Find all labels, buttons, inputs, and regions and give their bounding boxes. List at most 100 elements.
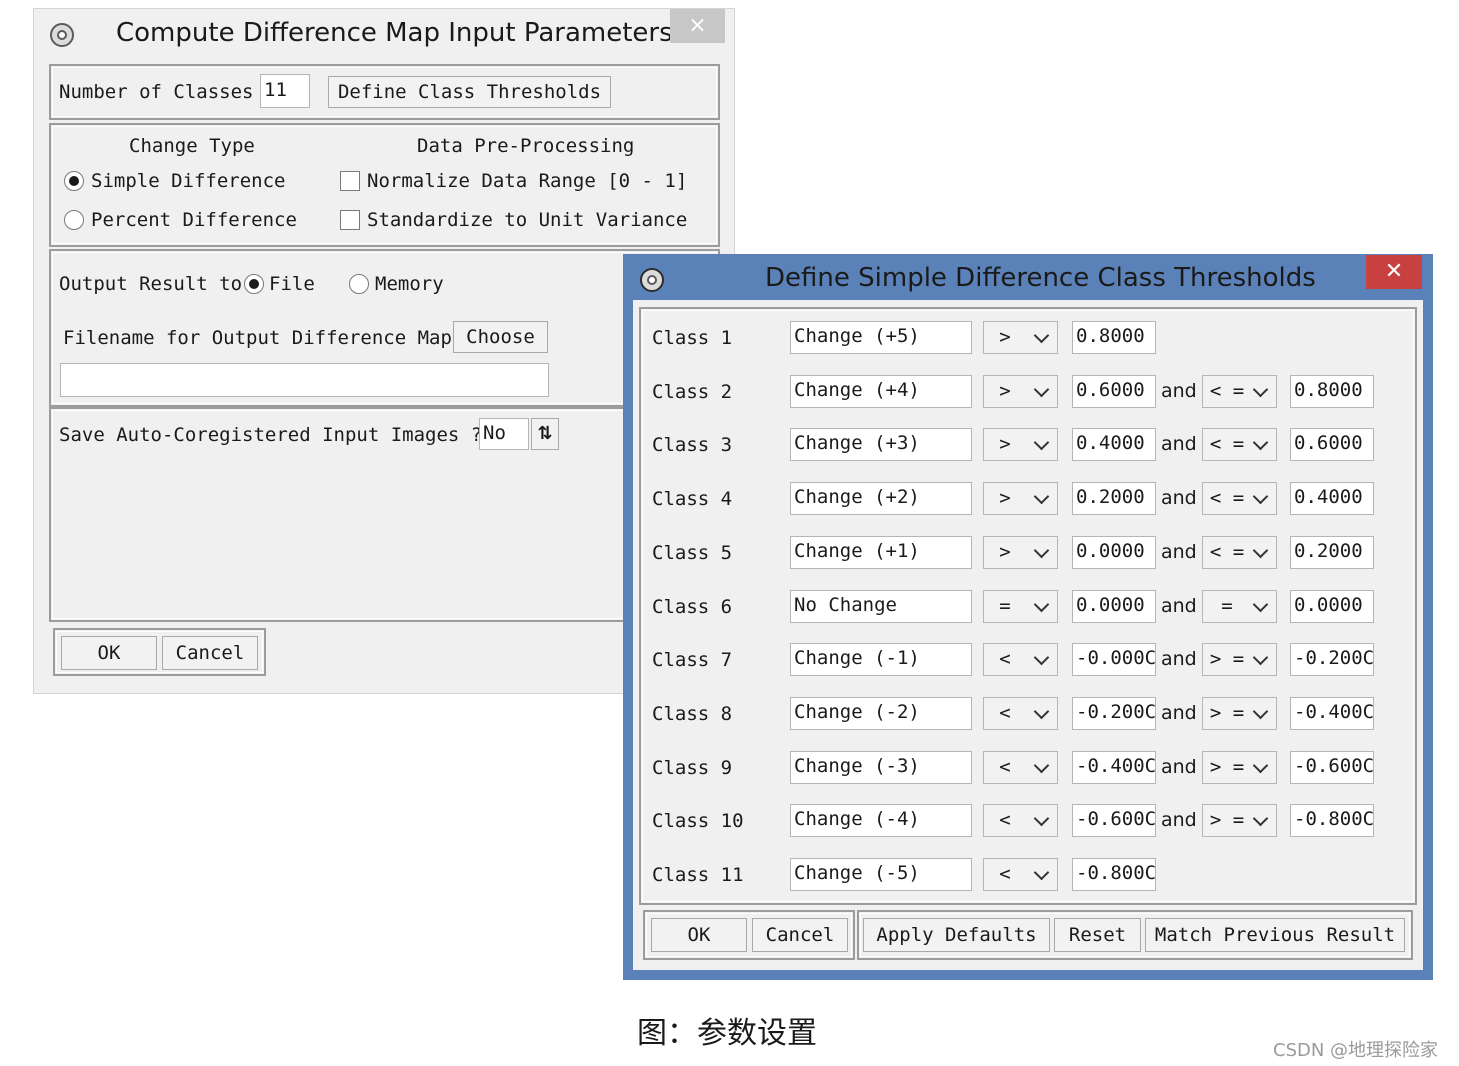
class-label: Class 8 <box>652 703 733 725</box>
thresholds-panel: Class 1 Change (+5) >0.8000 Class 2 Change (… <box>639 307 1417 905</box>
operator-value: = <box>999 595 1011 617</box>
ok-button[interactable]: OK <box>61 636 157 670</box>
operator-dropdown-2[interactable]: > = <box>1202 643 1277 676</box>
class-name-field[interactable]: Change (-2) <box>790 697 972 730</box>
filename-input[interactable] <box>60 363 549 397</box>
threshold-value-1[interactable]: -0.400C <box>1072 751 1156 784</box>
class-name-field[interactable]: No Change <box>790 590 972 623</box>
threshold-value-1[interactable]: 0.8000 <box>1072 321 1156 354</box>
threshold-value-2[interactable]: 0.8000 <box>1290 375 1374 408</box>
operator-dropdown[interactable]: > <box>983 482 1058 515</box>
simple-difference-radio[interactable] <box>64 171 84 191</box>
dialog-title: Compute Difference Map Input Parameters <box>116 18 673 48</box>
class-name-field[interactable]: Change (+1) <box>790 536 972 569</box>
close-button[interactable]: ✕ <box>1366 255 1422 289</box>
operator-dropdown-2[interactable]: > = <box>1202 751 1277 784</box>
operator-value: < <box>999 702 1011 724</box>
class-name-field[interactable]: Change (+2) <box>790 482 972 515</box>
threshold-value-2[interactable]: -0.800C <box>1290 804 1374 837</box>
save-coreg-value[interactable]: No <box>479 418 529 450</box>
threshold-value-2[interactable]: -0.400C <box>1290 697 1374 730</box>
class-label: Class 11 <box>652 864 744 886</box>
operator-dropdown-2[interactable]: < = <box>1202 536 1277 569</box>
threshold-value-2[interactable]: 0.4000 <box>1290 482 1374 515</box>
chevron-down-icon <box>1033 703 1050 720</box>
operator-dropdown-2[interactable]: = <box>1202 590 1277 623</box>
apply-defaults-button[interactable]: Apply Defaults <box>863 918 1050 952</box>
define-thresholds-button[interactable]: Define Class Thresholds <box>328 76 611 108</box>
threshold-value-1[interactable]: -0.200C <box>1072 697 1156 730</box>
threshold-value-1[interactable]: -0.000C <box>1072 643 1156 676</box>
change-type-header: Change Type <box>129 135 255 157</box>
threshold-value-1[interactable]: -0.600C <box>1072 804 1156 837</box>
operator-value: < = <box>1209 541 1245 563</box>
threshold-value-1[interactable]: 0.6000 <box>1072 375 1156 408</box>
output-memory-radio[interactable] <box>349 274 369 294</box>
threshold-value-2[interactable]: 0.2000 <box>1290 536 1374 569</box>
class-name-field[interactable]: Change (+3) <box>790 428 972 461</box>
watermark: CSDN @地理探险家 <box>1273 1040 1439 1061</box>
cancel-button[interactable]: Cancel <box>162 636 258 670</box>
operator-dropdown[interactable]: < <box>983 751 1058 784</box>
operator-dropdown[interactable]: < <box>983 858 1058 891</box>
class-label: Class 1 <box>652 327 733 349</box>
threshold-value-1[interactable]: 0.4000 <box>1072 428 1156 461</box>
threshold-value-2[interactable]: 0.0000 <box>1290 590 1374 623</box>
standardize-label: Standardize to Unit Variance <box>367 209 688 231</box>
threshold-value-2[interactable]: -0.200C <box>1290 643 1374 676</box>
class-label: Class 5 <box>652 542 733 564</box>
chevron-down-icon <box>1033 596 1050 613</box>
class-name-field[interactable]: Change (-3) <box>790 751 972 784</box>
operator-dropdown[interactable]: = <box>983 590 1058 623</box>
close-button[interactable]: × <box>670 9 725 43</box>
output-file-label: File <box>269 273 315 295</box>
class-name-field[interactable]: Change (-4) <box>790 804 972 837</box>
operator-value: > = <box>1209 756 1245 778</box>
toggle-icon[interactable]: ⇅ <box>531 418 559 450</box>
and-label: and <box>1161 648 1197 670</box>
standardize-checkbox[interactable] <box>340 210 360 230</box>
and-label: and <box>1161 541 1197 563</box>
filename-label: Filename for Output Difference Map <box>63 327 452 349</box>
class-name-field[interactable]: Change (-5) <box>790 858 972 891</box>
threshold-value-1[interactable]: 0.0000 <box>1072 536 1156 569</box>
operator-value: > <box>999 541 1011 563</box>
reset-button[interactable]: Reset <box>1054 918 1141 952</box>
operator-value: < <box>999 863 1011 885</box>
operator-value: > <box>999 433 1011 455</box>
operator-dropdown[interactable]: < <box>983 643 1058 676</box>
operator-dropdown-2[interactable]: > = <box>1202 697 1277 730</box>
num-classes-field[interactable]: 11 <box>260 74 310 108</box>
operator-dropdown-2[interactable]: < = <box>1202 375 1277 408</box>
normalize-checkbox[interactable] <box>340 171 360 191</box>
ok-button[interactable]: OK <box>651 918 747 952</box>
operator-dropdown[interactable]: < <box>983 804 1058 837</box>
class-name-field[interactable]: Change (-1) <box>790 643 972 676</box>
threshold-value-2[interactable]: 0.6000 <box>1290 428 1374 461</box>
class-name-field[interactable]: Change (+5) <box>790 321 972 354</box>
choose-button[interactable]: Choose <box>453 321 548 353</box>
operator-dropdown[interactable]: > <box>983 536 1058 569</box>
operator-dropdown[interactable]: > <box>983 428 1058 461</box>
class-name-field[interactable]: Change (+4) <box>790 375 972 408</box>
threshold-value-1[interactable]: 0.2000 <box>1072 482 1156 515</box>
match-previous-button[interactable]: Match Previous Result <box>1145 918 1405 952</box>
operator-dropdown[interactable]: > <box>983 375 1058 408</box>
operator-dropdown-2[interactable]: > = <box>1202 804 1277 837</box>
chevron-down-icon <box>1252 757 1269 774</box>
percent-difference-radio[interactable] <box>64 210 84 230</box>
operator-dropdown-2[interactable]: < = <box>1202 482 1277 515</box>
threshold-value-2[interactable]: -0.600C <box>1290 751 1374 784</box>
output-file-radio[interactable] <box>244 274 264 294</box>
operator-dropdown-2[interactable]: < = <box>1202 428 1277 461</box>
operator-value: < <box>999 648 1011 670</box>
operator-dropdown[interactable]: > <box>983 321 1058 354</box>
threshold-value-1[interactable]: 0.0000 <box>1072 590 1156 623</box>
title-bar[interactable]: Compute Difference Map Input Parameters … <box>34 9 734 61</box>
chevron-down-icon <box>1033 488 1050 505</box>
threshold-value-1[interactable]: -0.800C <box>1072 858 1156 891</box>
operator-dropdown[interactable]: < <box>983 697 1058 730</box>
output-panel: Output Result to File Memory Filename fo… <box>49 249 720 407</box>
class-label: Class 9 <box>652 757 733 779</box>
cancel-button[interactable]: Cancel <box>752 918 848 952</box>
